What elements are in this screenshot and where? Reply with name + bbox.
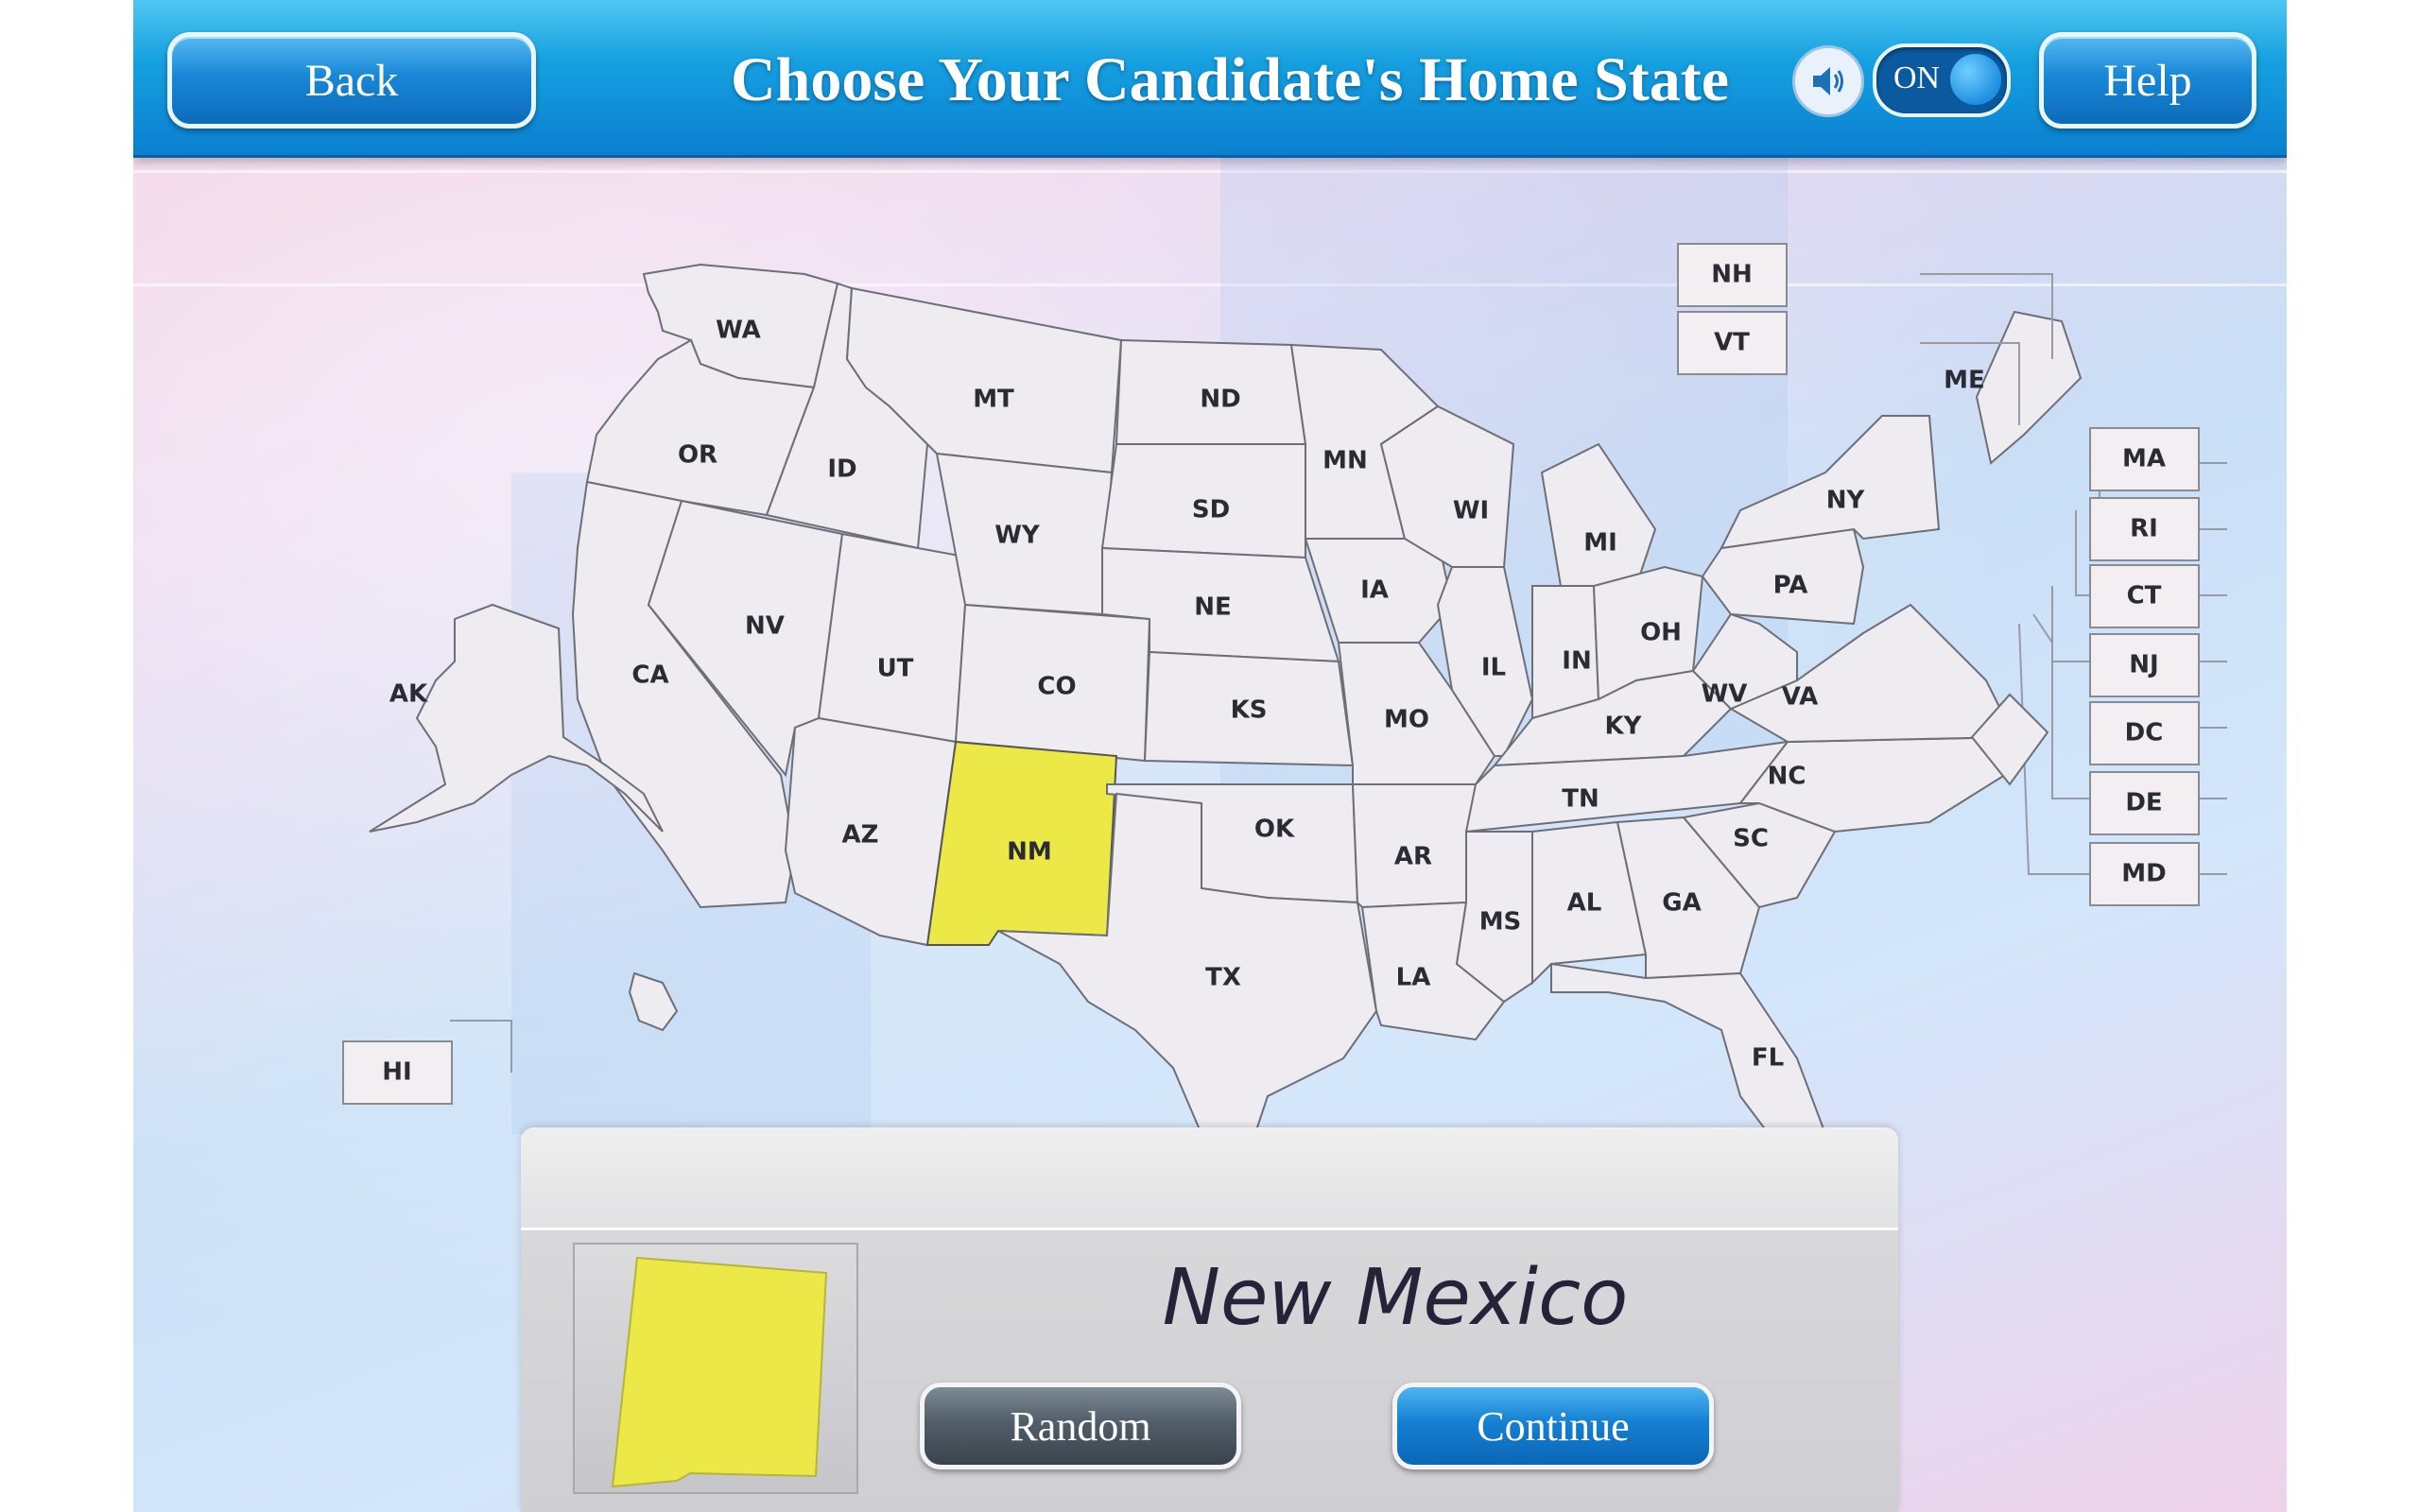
label-mn: MN bbox=[1322, 447, 1368, 475]
page-title: Choose Your Candidate's Home State bbox=[730, 45, 1730, 114]
label-fl: FL bbox=[1752, 1044, 1784, 1073]
label-ks: KS bbox=[1231, 696, 1268, 725]
svg-text:NJ: NJ bbox=[2129, 651, 2158, 679]
svg-text:RI: RI bbox=[2130, 515, 2158, 543]
back-button[interactable]: Back bbox=[167, 32, 536, 129]
box-ma[interactable]: MA bbox=[2089, 427, 2200, 491]
svg-text:NH: NH bbox=[1711, 261, 1753, 289]
label-pa: PA bbox=[1773, 572, 1808, 600]
label-sc: SC bbox=[1733, 825, 1769, 853]
box-de[interactable]: DE bbox=[2089, 771, 2200, 835]
state-preview bbox=[573, 1243, 858, 1494]
svg-text:HI: HI bbox=[382, 1058, 411, 1087]
label-ms: MS bbox=[1479, 908, 1522, 936]
label-la: LA bbox=[1396, 964, 1431, 992]
label-nv: NV bbox=[745, 612, 785, 641]
label-oh: OH bbox=[1640, 619, 1682, 647]
panel-header bbox=[521, 1127, 1898, 1230]
sound-toggle[interactable]: ON bbox=[1873, 43, 2011, 117]
label-in: IN bbox=[1562, 647, 1591, 676]
label-al: AL bbox=[1567, 889, 1602, 918]
state-ny[interactable] bbox=[1720, 415, 1941, 550]
label-wa: WA bbox=[716, 317, 761, 345]
new-mexico-shape bbox=[611, 1256, 828, 1488]
box-md[interactable]: MD bbox=[2089, 842, 2200, 906]
label-wi: WI bbox=[1453, 497, 1489, 525]
box-hi[interactable]: HI bbox=[342, 1040, 453, 1105]
label-az: AZ bbox=[842, 821, 879, 850]
label-ky: KY bbox=[1605, 713, 1643, 741]
box-nj[interactable]: NJ bbox=[2089, 633, 2200, 697]
label-ne: NE bbox=[1194, 593, 1232, 622]
svg-text:CT: CT bbox=[2127, 582, 2162, 610]
state-me[interactable] bbox=[1975, 310, 2083, 465]
label-co: CO bbox=[1037, 673, 1076, 701]
label-ga: GA bbox=[1662, 889, 1701, 918]
label-wv: WV bbox=[1702, 680, 1748, 709]
random-button[interactable]: Random bbox=[920, 1383, 1241, 1469]
label-il: IL bbox=[1481, 654, 1506, 682]
selected-state-name: New Mexico bbox=[1162, 1252, 1629, 1343]
label-ut: UT bbox=[877, 655, 914, 683]
speaker-glyph bbox=[1813, 67, 1843, 95]
state-hi[interactable] bbox=[628, 971, 679, 1032]
speaker-icon[interactable] bbox=[1792, 45, 1864, 117]
label-va: VA bbox=[1782, 683, 1818, 712]
continue-button[interactable]: Continue bbox=[1392, 1383, 1714, 1469]
label-ca: CA bbox=[631, 662, 668, 690]
label-or: OR bbox=[678, 441, 717, 470]
sound-toggle-label: ON bbox=[1893, 60, 1941, 95]
label-nm: NM bbox=[1007, 838, 1052, 867]
box-ct[interactable]: CT bbox=[2089, 564, 2200, 628]
box-dc[interactable]: DC bbox=[2089, 701, 2200, 765]
label-ak: AK bbox=[389, 680, 428, 709]
svg-text:MA: MA bbox=[2122, 445, 2166, 473]
label-me: ME bbox=[1944, 367, 1985, 395]
label-mi: MI bbox=[1583, 529, 1617, 558]
label-nd: ND bbox=[1200, 386, 1240, 414]
label-nc: NC bbox=[1768, 763, 1806, 791]
box-nh[interactable]: NH bbox=[1677, 243, 1788, 307]
label-mo: MO bbox=[1384, 706, 1429, 734]
label-ny: NY bbox=[1826, 487, 1866, 515]
label-tn: TN bbox=[1562, 785, 1599, 814]
label-ar: AR bbox=[1394, 843, 1432, 871]
label-mt: MT bbox=[973, 386, 1014, 414]
label-ok: OK bbox=[1254, 816, 1295, 844]
state-mi[interactable] bbox=[1540, 442, 1657, 587]
svg-text:DC: DC bbox=[2125, 719, 2164, 747]
box-vt[interactable]: VT bbox=[1677, 311, 1788, 375]
state-ut[interactable] bbox=[817, 532, 972, 744]
top-bar: Back Choose Your Candidate's Home State … bbox=[133, 0, 2287, 158]
game-screen: WA OR CA ID NV UT AZ MT WY CO NM ND SD N… bbox=[133, 0, 2287, 1512]
selection-panel: New Mexico Random Continue bbox=[521, 1127, 1898, 1512]
label-tx: TX bbox=[1205, 964, 1241, 992]
label-sd: SD bbox=[1192, 496, 1230, 524]
svg-text:MD: MD bbox=[2121, 860, 2166, 888]
toggle-knob bbox=[1950, 54, 2001, 105]
box-ri[interactable]: RI bbox=[2089, 497, 2200, 561]
help-button[interactable]: Help bbox=[2039, 32, 2256, 129]
label-ia: IA bbox=[1360, 576, 1389, 605]
svg-text:DE: DE bbox=[2125, 789, 2162, 817]
label-wy: WY bbox=[994, 522, 1041, 550]
label-id: ID bbox=[827, 455, 856, 484]
svg-text:VT: VT bbox=[1714, 329, 1750, 357]
